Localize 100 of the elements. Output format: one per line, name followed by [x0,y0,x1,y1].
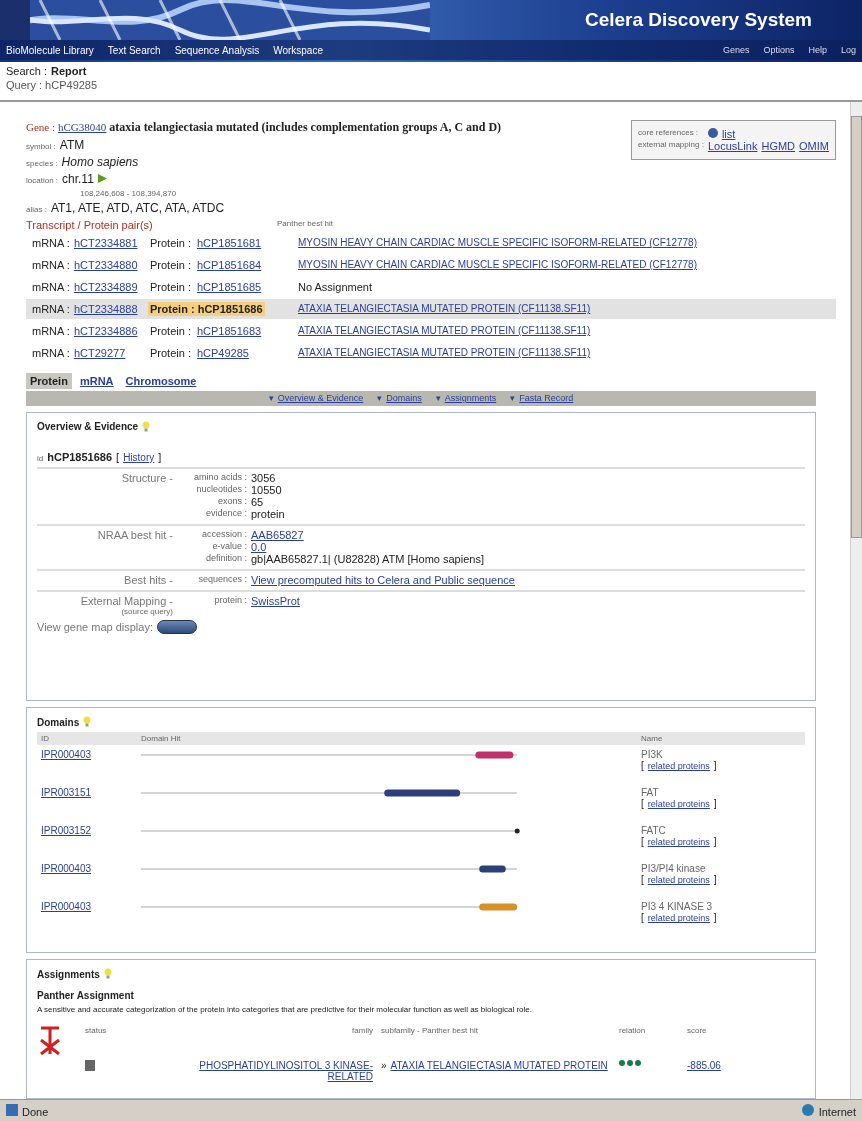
nav-link[interactable]: Workspace [273,44,323,56]
field-link[interactable]: View precomputed hits to Celera and Public sequence [251,573,805,586]
transcript-row[interactable]: mRNA : hCT2334886 Protein : hCP1851683 ATAXIA TELANGIECTASIA MUTATED PROTEIN (CF11138.SF11) [26,320,836,341]
domain-id-link[interactable]: IPR003152 [41,825,141,837]
related-link[interactable]: related proteins [647,913,710,924]
transcript-row[interactable]: mRNA : hCT2334880 Protein : hCP1851684 MYOSIN HEAVY CHAIN CARDIAC MUSCLE SPECIFIC ISOFORM-RELATED (CF12778) [26,254,836,275]
panther-hit-link[interactable]: ATAXIA TELANGIECTASIA MUTATED PROTEIN (CF11138.SF11) [298,325,836,337]
mrna-link[interactable]: hCT2334880 [73,258,138,271]
section-link[interactable]: Overview & Evidence [277,393,364,404]
mrna-link[interactable]: hCT2334886 [73,324,138,337]
transcript-heading: Transcript / Protein pair(s) [26,219,154,231]
bracket-text: ] [713,912,717,924]
nav-link[interactable]: BioMolecule Library [6,44,94,56]
related-link[interactable]: related proteins [647,761,710,772]
subfamily-link[interactable]: ATAXIA TELANGIECTASIA MUTATED PROTEIN [390,1060,608,1072]
field-link[interactable]: 0.0 [251,540,805,553]
transcript-row[interactable]: mRNA : hCT2334881 Protein : hCP1851681 MYOSIN HEAVY CHAIN CARDIAC MUSCLE SPECIFIC ISOFORM-RELATED (CF12778) [26,233,836,253]
utility-link[interactable]: Options [763,45,795,55]
play-icon[interactable] [97,174,107,183]
field-value: 10550 [251,483,283,496]
utility-link[interactable]: Genes [722,45,750,55]
group-label: External Mapping - [80,594,173,607]
protein-label: Protein : [149,257,192,272]
page-title: Report [50,65,87,77]
field-key: nucleotides : [177,483,247,496]
section-link[interactable]: Assignments [444,393,497,404]
panther-hit-link[interactable]: ATAXIA TELANGIECTASIA MUTATED PROTEIN (CF11138.SF11) [298,303,836,315]
id-label: id [37,453,44,463]
field-key: accession : [177,528,247,541]
nav-link[interactable]: Text Search [107,44,161,56]
mrna-link[interactable]: hCT2334888 [73,302,138,315]
gene-name: ataxia telangiectasia mutated (includes complementation groups A, C and D) [109,120,502,134]
domain-id-link[interactable]: IPR003151 [41,787,141,799]
caret-icon: ▾ [268,393,274,404]
globe-icon [707,128,718,138]
mapping-link[interactable]: OMIM [799,140,829,152]
related-link[interactable]: related proteins [647,875,710,886]
field-link[interactable]: AAB65827 [251,528,805,541]
transcript-row[interactable]: mRNA : hCT2334889 Protein : hCP1851685 No Assignment [26,276,836,297]
mrna-label: mRNA : [32,302,70,315]
domain-id-link[interactable]: IPR000403 [41,901,141,913]
mrna-label: mRNA : [32,324,70,337]
bracket-text: ] [713,760,717,772]
domain-id-link[interactable]: IPR000403 [41,749,141,761]
mapping-link[interactable]: HGMD [761,140,796,152]
related-link[interactable]: related proteins [647,837,710,848]
protein-link[interactable]: hCP1851683 [196,324,262,337]
protein-label: Protein : [149,236,192,250]
protein-label: Protein : [149,323,192,338]
protein-label: Protein : hCP1851686 [148,301,265,316]
field-value: chr.11 [62,172,94,186]
field-key: protein : [177,594,247,607]
utility-link[interactable]: Help [808,45,827,55]
page-icon [6,1103,18,1116]
field-label: symbol : [26,142,56,151]
view-tab[interactable]: Chromosome [121,372,201,389]
section-link[interactable]: Fasta Record [519,393,574,404]
transcript-row[interactable]: mRNA : hCT2334888 Protein : hCP1851686 ATAXIA TELANGIECTASIA MUTATED PROTEIN (CF11138.SF11) [26,298,836,319]
protein-link[interactable]: hCP1851681 [196,237,262,249]
utility-link[interactable]: Log [840,45,856,55]
references-link[interactable]: list [721,128,736,140]
nav-link[interactable]: Sequence Analysis [174,44,260,56]
domain-id-link[interactable]: IPR000403 [41,863,141,875]
bracket-text: ] [713,874,717,886]
panel-title: Assignments [37,968,100,980]
score-link[interactable]: -885.06 [687,1060,747,1072]
mrna-link[interactable]: hCT2334889 [73,280,138,293]
related-link[interactable]: related proteins [647,799,710,810]
mapping-label: external mapping : [638,140,704,151]
field-value: ATM [59,138,85,152]
panther-hit-link[interactable]: MYOSIN HEAVY CHAIN CARDIAC MUSCLE SPECIFIC ISOFORM-RELATED (CF12778) [298,259,836,271]
lightbulb-icon [83,716,92,729]
protein-link[interactable]: hCP49285 [196,346,249,359]
gene-id-link[interactable]: hCG38040 [58,121,107,133]
mrna-label: mRNA : [32,258,70,271]
group-label: Best hits - [124,573,173,586]
family-link[interactable]: PHOSPHATIDYLINOSITOL 3 KINASE-RELATED [163,1060,373,1083]
panther-hit-link[interactable]: ATAXIA TELANGIECTASIA MUTATED PROTEIN (CF11138.SF11) [298,347,836,359]
section-link[interactable]: Domains [386,393,422,404]
field-label: alias : [26,205,47,214]
mrna-link[interactable]: hCT2334881 [73,237,138,249]
view-tab[interactable]: Protein [26,372,72,389]
location-range: 108,246,608 - 108,394,870 [80,189,177,198]
panther-hit-link[interactable]: MYOSIN HEAVY CHAIN CARDIAC MUSCLE SPECIFIC ISOFORM-RELATED (CF12778) [298,237,836,249]
caret-icon: ▾ [435,393,441,404]
mrna-link[interactable]: hCT29277 [73,346,126,359]
protein-link[interactable]: hCP1851684 [196,258,262,271]
mapping-link[interactable]: LocusLink [707,140,758,152]
lightbulb-icon [142,420,151,433]
transcript-row[interactable]: mRNA : hCT29277 Protein : hCP49285 ATAXIA TELANGIECTASIA MUTATED PROTEIN (CF11138.SF11) [26,342,836,363]
history-link[interactable]: History [123,451,155,463]
bracket-text: ] [158,450,162,463]
mrna-label: mRNA : [32,346,70,359]
view-tab[interactable]: mRNA [75,372,118,389]
map-display-button[interactable] [157,619,197,634]
field-link[interactable]: SwissProt [251,594,805,607]
scrollbar[interactable] [850,102,862,1099]
field-value: Homo sapiens [61,155,139,169]
description-text: A sensitive and accurate categorization of the protein into categories that are predictive for their molecular function as well as biological role. [37,1005,533,1015]
protein-link[interactable]: hCP1851685 [196,280,262,293]
